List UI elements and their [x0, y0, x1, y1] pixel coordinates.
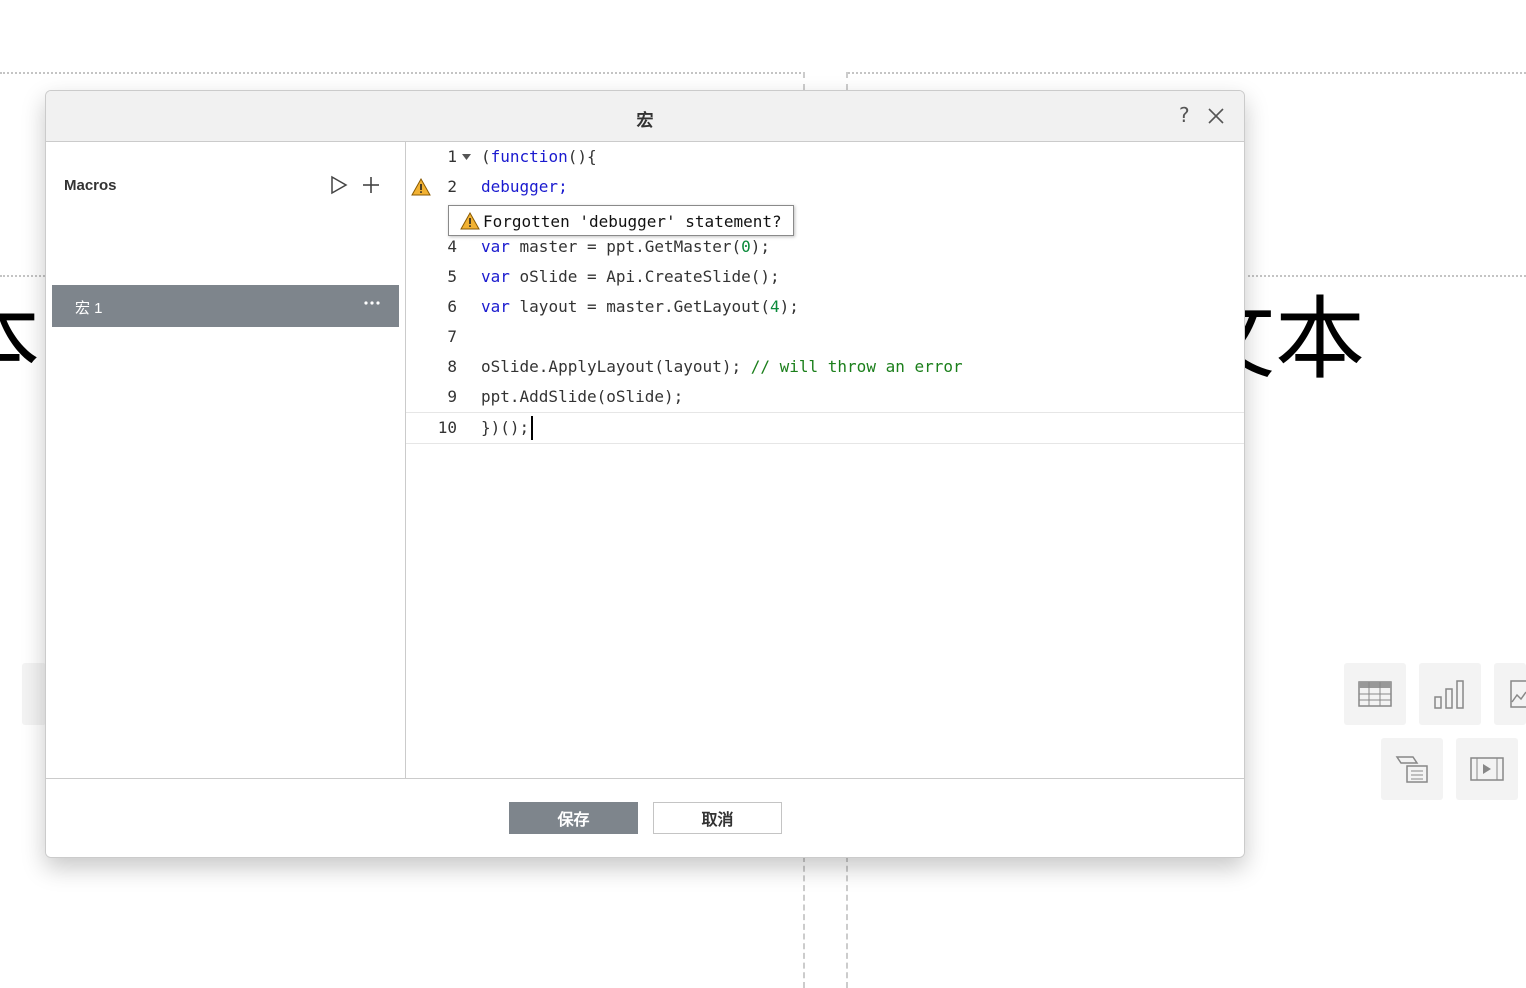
macro-list-item[interactable]: 宏 1	[52, 285, 399, 327]
add-macro-icon[interactable]	[362, 176, 380, 194]
insert-chart-button[interactable]	[1419, 663, 1481, 725]
more-options-icon[interactable]	[362, 298, 382, 308]
active-code-line: 10 })();	[406, 412, 1244, 444]
image-icon	[1510, 680, 1526, 708]
insert-smartart-button[interactable]	[1381, 738, 1443, 800]
text-cursor	[531, 416, 533, 440]
code-text: ppt.AddSlide(oSlide);	[481, 387, 684, 406]
macro-list-panel: Macros 宏 1	[46, 142, 406, 778]
line-number: 5	[447, 267, 457, 286]
dialog-header[interactable]: 宏 ?	[46, 91, 1244, 142]
code-line: 5 var oSlide = Api.CreateSlide();	[406, 262, 1244, 292]
tooltip-text: Forgotten 'debugger' statement?	[483, 212, 782, 231]
lint-warning-tooltip: Forgotten 'debugger' statement?	[448, 205, 794, 236]
code-text: var oSlide = Api.CreateSlide();	[481, 267, 780, 286]
help-button[interactable]: ?	[1179, 103, 1190, 127]
code-text: })();	[481, 418, 530, 437]
video-icon	[1470, 757, 1504, 781]
code-text: (function(){	[481, 147, 597, 166]
slide-placeholder-text-left: 本	[0, 295, 40, 385]
code-line: 2 debugger;	[406, 172, 1244, 202]
dialog-title: 宏	[636, 111, 654, 130]
slide-guide-vertical-left	[803, 72, 805, 90]
code-text: debugger;	[481, 177, 568, 196]
slide-guide-vertical-right	[846, 72, 848, 90]
smartart-icon	[1395, 756, 1428, 783]
code-line: 8 oSlide.ApplyLayout(layout); // will th…	[406, 352, 1244, 382]
line-number: 8	[447, 357, 457, 376]
dialog-footer: 保存 取消	[46, 778, 1244, 857]
line-number: 10	[437, 418, 457, 437]
macro-dialog: 宏 ? Macros 宏 1 1 (function(){2 debugger…	[45, 90, 1245, 858]
slide-guide-mid-right	[1243, 275, 1526, 277]
line-number: 6	[447, 297, 457, 316]
code-line: 4 var master = ppt.GetMaster(0);	[406, 232, 1244, 262]
insert-table-button[interactable]	[1344, 663, 1406, 725]
slide-guide-vertical-right-bottom	[846, 856, 848, 988]
slide-guide-top-left	[0, 72, 805, 74]
table-icon	[1358, 681, 1392, 707]
save-button[interactable]: 保存	[509, 802, 638, 834]
code-text: var layout = master.GetLayout(4);	[481, 297, 799, 316]
line-number: 4	[447, 237, 457, 256]
code-line: 6 var layout = master.GetLayout(4);	[406, 292, 1244, 322]
warning-icon	[460, 212, 480, 230]
code-line: 1 (function(){	[406, 142, 1244, 172]
line-number: 2	[447, 177, 457, 196]
code-line: 9 ppt.AddSlide(oSlide);	[406, 382, 1244, 412]
table-icon	[28, 682, 40, 706]
code-text: var master = ppt.GetMaster(0);	[481, 237, 770, 256]
macro-item-label: 宏 1	[75, 300, 103, 317]
line-number: 9	[447, 387, 457, 406]
code-line: 7	[406, 322, 1244, 352]
insert-video-button[interactable]	[1456, 738, 1518, 800]
slide-guide-mid-left	[0, 275, 45, 277]
code-text: oSlide.ApplyLayout(layout); // will thro…	[481, 357, 963, 376]
macros-heading: Macros	[64, 177, 117, 194]
line-number: 7	[447, 327, 457, 346]
fold-arrow-icon[interactable]	[462, 154, 471, 160]
run-macro-icon[interactable]	[330, 175, 348, 195]
code-editor[interactable]: 1 (function(){ 2 debugger; 3 4 var maste…	[406, 142, 1244, 778]
slide-guide-vertical-left-bottom	[803, 856, 805, 988]
close-icon[interactable]	[1206, 106, 1226, 126]
slide-guide-top-right	[848, 72, 1526, 74]
insert-image-button[interactable]	[1494, 663, 1526, 725]
chart-icon	[1434, 680, 1464, 709]
line-number: 1	[447, 147, 457, 166]
insert-table-placeholder-left[interactable]	[22, 663, 46, 725]
cancel-button[interactable]: 取消	[653, 802, 782, 834]
